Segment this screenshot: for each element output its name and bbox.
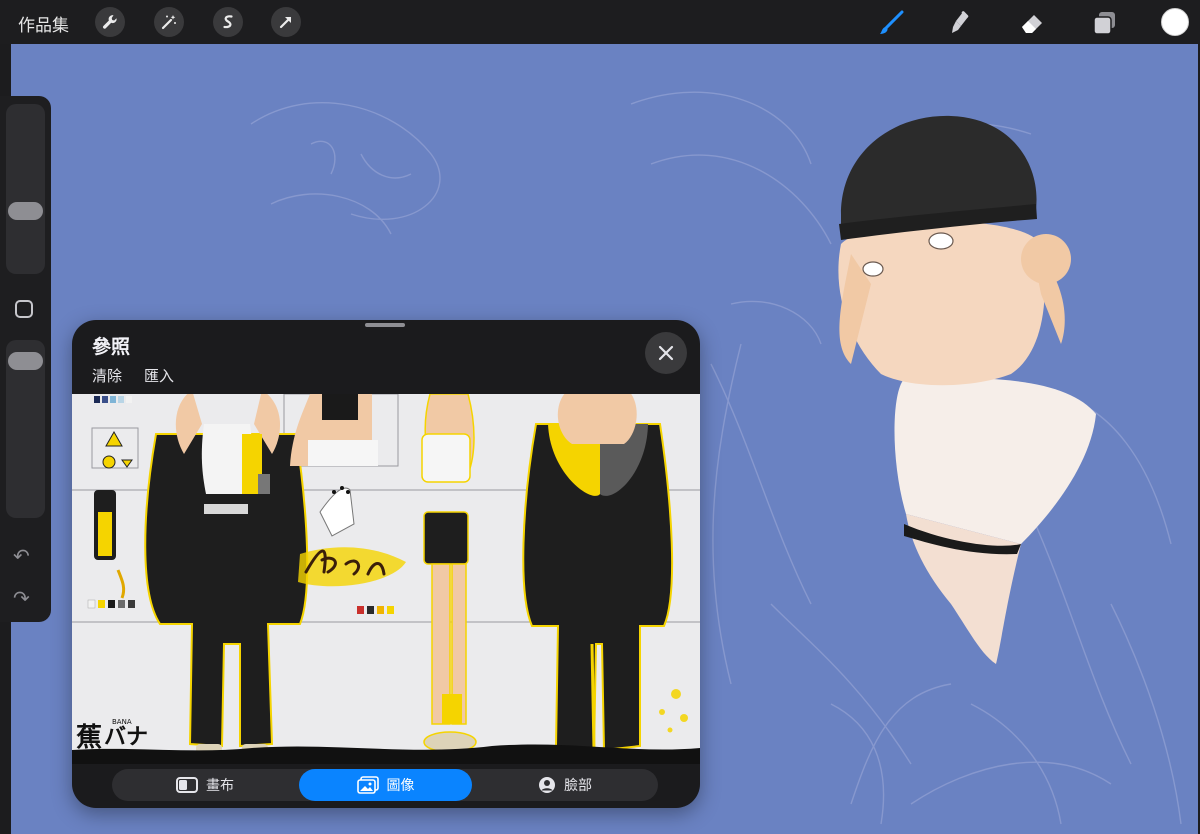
tab-canvas[interactable]: 畫布 bbox=[112, 769, 298, 801]
wrench-icon[interactable] bbox=[95, 7, 125, 37]
brush-icon[interactable] bbox=[876, 8, 906, 38]
close-button[interactable] bbox=[645, 332, 687, 374]
face-icon bbox=[539, 777, 555, 793]
smudge-icon[interactable] bbox=[946, 8, 976, 38]
tab-face[interactable]: 臉部 bbox=[472, 769, 658, 801]
close-icon bbox=[658, 345, 674, 361]
tab-face-label: 臉部 bbox=[564, 778, 592, 794]
opacity-thumb[interactable] bbox=[8, 352, 43, 370]
panel-grabber[interactable] bbox=[365, 323, 405, 327]
character-sheet-illustration: 蕉 バナ BANA bbox=[72, 394, 700, 764]
tab-canvas-label: 畫布 bbox=[206, 778, 234, 794]
color-picker-button[interactable] bbox=[1161, 8, 1189, 36]
top-toolbar: 作品集 bbox=[0, 0, 1200, 44]
canvas-icon bbox=[176, 777, 198, 793]
reference-panel: 參照 清除 匯入 蕉 バナ BANA 畫布 圖像 臉部 bbox=[72, 320, 700, 808]
transform-arrow-icon[interactable] bbox=[271, 7, 301, 37]
tab-image[interactable]: 圖像 bbox=[299, 769, 472, 801]
tab-image-label: 圖像 bbox=[386, 778, 415, 794]
import-button[interactable]: 匯入 bbox=[144, 365, 174, 386]
logo-latin: BANA bbox=[112, 718, 132, 726]
left-sidebar: ↶ ↷ bbox=[0, 96, 51, 622]
reference-title: 參照 bbox=[92, 336, 131, 358]
logo-kana: バナ bbox=[104, 725, 148, 750]
gallery-button[interactable]: 作品集 bbox=[18, 11, 69, 36]
redo-icon[interactable]: ↷ bbox=[13, 586, 30, 610]
logo-kanji: 蕉 bbox=[76, 723, 102, 753]
image-icon bbox=[356, 776, 379, 794]
layers-icon[interactable] bbox=[1089, 8, 1119, 38]
clear-button[interactable]: 清除 bbox=[92, 365, 122, 386]
character-figure bbox=[838, 115, 1096, 664]
selection-icon[interactable] bbox=[213, 7, 243, 37]
eraser-icon[interactable] bbox=[1017, 8, 1047, 38]
magic-wand-icon[interactable] bbox=[154, 7, 184, 37]
undo-icon[interactable]: ↶ bbox=[13, 544, 30, 568]
brush-size-thumb[interactable] bbox=[8, 202, 43, 220]
reference-image[interactable]: 蕉 バナ BANA bbox=[72, 394, 700, 764]
brush-size-slider[interactable] bbox=[6, 104, 45, 274]
modify-square-icon[interactable] bbox=[15, 300, 33, 318]
reference-mode-selector: 畫布 圖像 臉部 bbox=[112, 769, 658, 801]
